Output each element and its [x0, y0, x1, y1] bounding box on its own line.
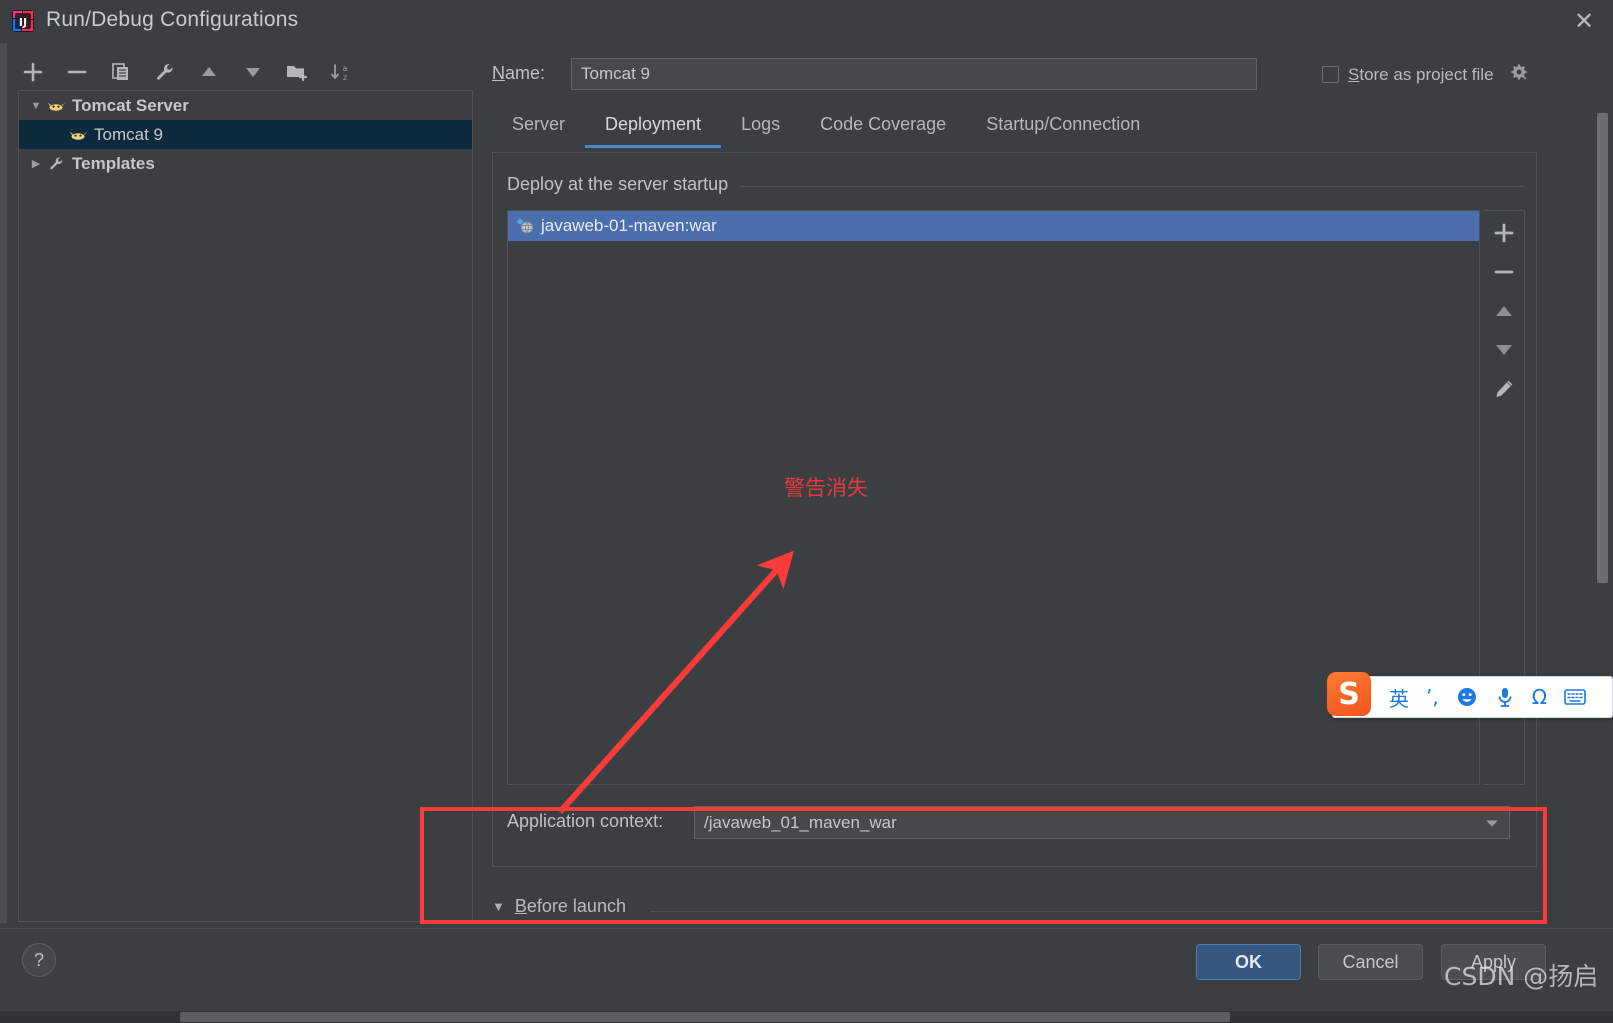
- add-artifact-button[interactable]: [1488, 219, 1520, 247]
- close-icon[interactable]: ✕: [1569, 8, 1599, 36]
- sort-az-icon[interactable]: a z: [326, 57, 356, 87]
- ime-emoji-icon[interactable]: [1456, 686, 1478, 708]
- svg-text:z: z: [343, 73, 347, 82]
- chevron-down-icon[interactable]: ▼: [25, 100, 47, 112]
- add-configuration-button[interactable]: [18, 57, 48, 87]
- deploy-group-title: Deploy at the server startup: [507, 174, 739, 195]
- annotation-text: 警告消失: [784, 476, 868, 500]
- cancel-button[interactable]: Cancel: [1318, 944, 1423, 980]
- ime-symbol-icon[interactable]: Ω: [1532, 685, 1547, 709]
- group-divider: [740, 186, 1525, 187]
- before-launch-label: Before launch: [514, 896, 626, 916]
- move-artifact-down-button[interactable]: [1488, 336, 1520, 364]
- wrench-icon[interactable]: [150, 57, 180, 87]
- application-context-label: Application context:: [507, 811, 664, 831]
- store-label-rest: tore as project file: [1359, 64, 1494, 84]
- chevron-down-icon[interactable]: [1475, 807, 1509, 838]
- ok-button[interactable]: OK: [1196, 944, 1301, 980]
- left-edge-strip: [0, 43, 7, 923]
- list-item[interactable]: javaweb-01-maven:war: [508, 211, 1479, 241]
- remove-configuration-button[interactable]: [62, 57, 92, 87]
- store-as-project-file-checkbox[interactable]: Store as project file: [1322, 62, 1530, 87]
- svg-text:a: a: [343, 64, 348, 73]
- intellij-idea-icon: IJ: [12, 10, 34, 32]
- title-bar: IJ Run/Debug Configurations ✕: [0, 0, 1613, 43]
- sogou-ime-toolbar: 英 ’, Ω: [1332, 676, 1613, 718]
- ime-language-mode[interactable]: 英: [1389, 683, 1409, 712]
- checkbox-box[interactable]: [1322, 66, 1339, 83]
- chevron-right-icon[interactable]: ▶: [25, 157, 47, 170]
- tree-item-label: Templates: [72, 153, 155, 173]
- tree-item-tomcat-server[interactable]: ▼ Tomcat Server: [19, 91, 472, 120]
- tab-logs[interactable]: Logs: [721, 110, 800, 145]
- chevron-down-icon[interactable]: ▼: [492, 899, 505, 914]
- tomcat-icon: [69, 127, 88, 142]
- svg-text:IJ: IJ: [19, 16, 27, 29]
- configurations-toolbar: a z: [18, 52, 458, 92]
- edit-artifact-button[interactable]: [1488, 375, 1520, 403]
- tab-deployment[interactable]: Deployment: [585, 110, 722, 148]
- configuration-tabs: Server Deployment Logs Code Coverage Sta…: [492, 110, 1547, 150]
- sogou-logo-icon[interactable]: S: [1327, 672, 1371, 716]
- name-label: Name:: [492, 63, 546, 83]
- tree-item-label: Tomcat 9: [94, 124, 163, 144]
- store-as-project-file-label: Store as project file: [1348, 64, 1494, 84]
- move-artifact-up-button[interactable]: [1488, 297, 1520, 325]
- artifact-label: javaweb-01-maven:war: [541, 216, 717, 235]
- application-context-value[interactable]: /javaweb_01_maven_war: [695, 813, 1475, 833]
- tab-server[interactable]: Server: [492, 110, 585, 145]
- window-title: Run/Debug Configurations: [46, 8, 299, 31]
- watermark: CSDN @扬启: [1444, 962, 1599, 991]
- arrow-down-icon[interactable]: [238, 57, 268, 87]
- vertical-scrollbar-thumb[interactable]: [1597, 113, 1608, 583]
- configurations-tree: ▼ Tomcat Server Tomcat 9 ▶ Templates: [18, 90, 473, 922]
- before-launch-divider: [650, 911, 1540, 912]
- tomcat-icon: [47, 98, 66, 113]
- ime-microphone-icon[interactable]: [1495, 686, 1515, 708]
- tree-item-tomcat-9[interactable]: Tomcat 9: [19, 120, 472, 149]
- run-debug-configurations-dialog: IJ Run/Debug Configurations ✕ a z ▼ Tomc…: [0, 0, 1613, 1023]
- tree-item-templates[interactable]: ▶ Templates: [19, 149, 472, 178]
- help-button[interactable]: ?: [22, 943, 56, 977]
- before-launch-section[interactable]: ▼ Before launch: [492, 896, 626, 917]
- tree-item-label: Tomcat Server: [72, 95, 189, 115]
- arrow-up-icon[interactable]: [194, 57, 224, 87]
- copy-icon[interactable]: [106, 57, 136, 87]
- ime-punctuation-toggle[interactable]: ’,: [1426, 685, 1439, 709]
- application-context-combobox[interactable]: /javaweb_01_maven_war: [694, 806, 1510, 839]
- name-label-rest: ame:: [505, 63, 546, 83]
- remove-artifact-button[interactable]: [1488, 258, 1520, 286]
- ime-keyboard-icon[interactable]: [1564, 687, 1586, 707]
- tab-startup-connection[interactable]: Startup/Connection: [966, 110, 1160, 145]
- gear-dropdown-icon[interactable]: [1508, 62, 1530, 87]
- before-launch-label-rest: efore launch: [526, 896, 626, 916]
- artifact-war-icon: [515, 217, 535, 235]
- wrench-icon: [47, 155, 66, 172]
- tab-code-coverage[interactable]: Code Coverage: [800, 110, 966, 145]
- folder-add-icon[interactable]: [282, 57, 312, 87]
- name-input[interactable]: [571, 58, 1257, 90]
- horizontal-scrollbar-thumb[interactable]: [180, 1012, 1230, 1022]
- footer-divider: [0, 928, 1613, 929]
